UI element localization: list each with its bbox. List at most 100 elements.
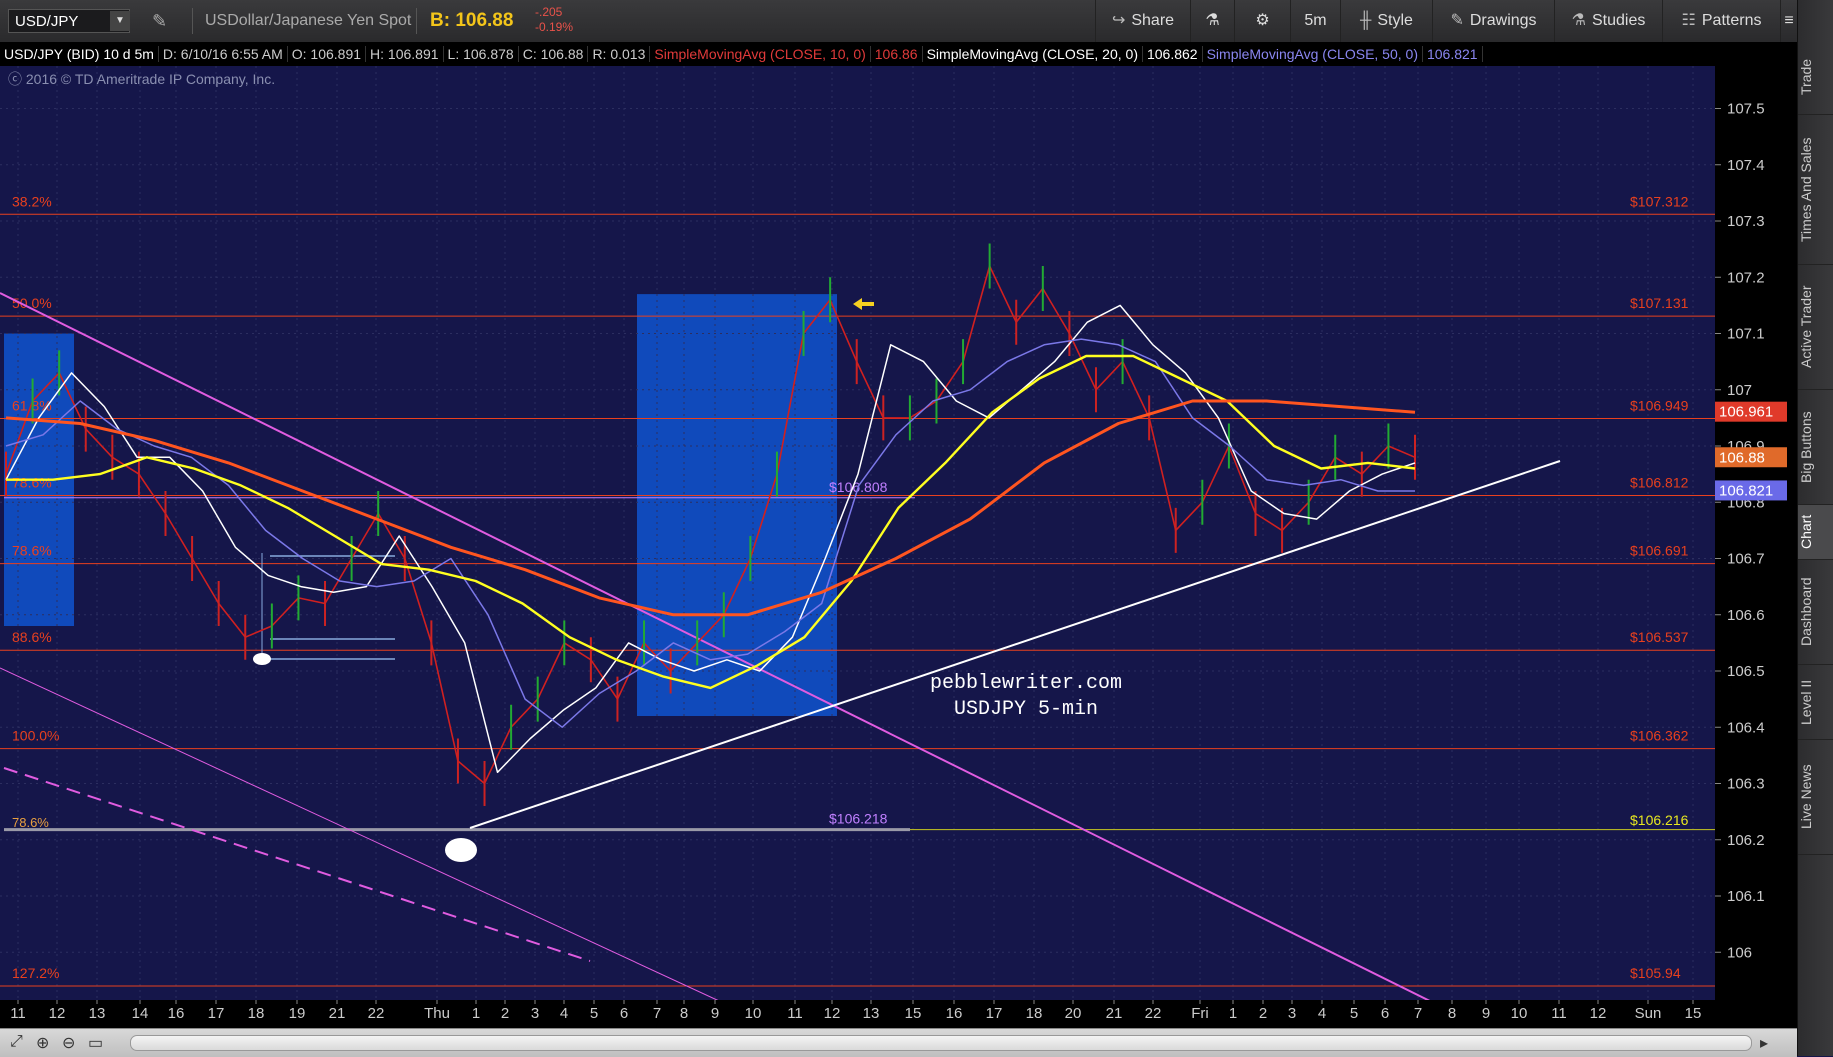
timeframe-button[interactable]: 5m [1290,0,1340,42]
x-tick-label: 13 [863,1005,880,1022]
sidebar-tab-times-and-sales[interactable]: Times And Sales [1798,115,1833,265]
x-tick-label: 11 [10,1005,26,1022]
fib-percent-label: 88.6% [12,629,52,645]
sidebar-tab-active-trader[interactable]: Active Trader [1798,265,1833,390]
symbol-description: USDollar/Japanese Yen Spot [192,8,417,34]
x-tick-label: Sun [1635,1005,1662,1022]
sma10-label: SimpleMovingAvg (CLOSE, 10, 0) [650,46,871,62]
drawings-button[interactable]: ✎ Drawings [1432,0,1554,42]
x-tick-label: 10 [1511,1005,1528,1022]
x-tick-label: 1 [1229,1005,1237,1022]
share-icon: ↪ [1111,12,1126,29]
fib-price-label: $106.949 [1630,397,1689,413]
timeframe-label: 5m [1304,12,1327,29]
pencil-icon: ✎ [1450,12,1464,29]
sidebar-tab-level-ii[interactable]: Level II [1798,665,1833,740]
fib-price-label: $107.131 [1630,295,1689,311]
x-tick-label: 22 [368,1005,385,1022]
studies-button[interactable]: ⚗ Studies [1554,0,1662,42]
x-tick-label: 8 [1448,1005,1456,1022]
price-change: -.205 -0.19% [535,5,573,35]
y-tick-label: 107.2 [1727,269,1765,286]
zoom-in-icon[interactable]: ⊕ [36,1033,49,1053]
sidebar-tab-chart[interactable]: Chart [1798,505,1833,560]
sidebar-tab-dashboard[interactable]: Dashboard [1798,560,1833,665]
sidebar-tab-big-buttons[interactable]: Big Buttons [1798,390,1833,505]
x-tick-label: 17 [208,1005,225,1022]
x-tick-label: 6 [620,1005,628,1022]
x-tick-label: 16 [946,1005,963,1022]
sidebar-tab-trade[interactable]: Trade [1798,40,1833,115]
right-sidebar: Trade Times And Sales Active Trader Big But… [1797,0,1833,1056]
flask-icon: ⚗ [1205,12,1220,29]
pencil-icon[interactable]: ✎ [152,11,167,32]
gear-icon: ⚙ [1255,12,1270,29]
patterns-button[interactable]: ☷ Patterns [1662,0,1780,42]
change-percent: -0.19% [535,20,574,34]
x-tick-label: 2 [501,1005,509,1022]
fib-percent-label: 78.6% [12,543,52,559]
style-button[interactable]: ╫ Style [1340,0,1432,42]
share-button[interactable]: ↪ Share [1095,0,1190,42]
zoom-fit-icon[interactable]: ⤢ [10,1033,23,1051]
x-tick-label: 1 [472,1005,480,1022]
x-tick-label: 21 [329,1005,346,1022]
menu-button[interactable]: ≡ [1780,0,1797,42]
x-tick-label: 14 [132,1005,149,1022]
fib-price-label: $107.312 [1630,193,1689,209]
fib-percent-label: 78.6% [12,475,52,491]
x-tick-label: 18 [1026,1005,1043,1022]
gear-button[interactable]: ⚙ [1234,0,1290,42]
chevron-down-icon[interactable]: ▼ [110,11,130,31]
y-axis-panel [1715,66,1797,1028]
range-info: R: 0.013 [588,46,651,62]
scroll-thumb[interactable] [130,1035,1752,1051]
fib-price-label: $105.94 [1630,965,1681,981]
x-tick-label: 11 [1551,1005,1567,1022]
y-tick-label: 106.3 [1727,776,1765,793]
y-tick-label: 106.7 [1727,551,1765,568]
date-info: D: 6/10/16 6:55 AM [158,46,288,62]
fib-price-label: $106.362 [1630,728,1689,744]
share-label: Share [1131,12,1175,29]
fib-price-label: $106.537 [1630,629,1689,645]
x-tick-label: 12 [49,1005,66,1022]
flask-button[interactable]: ⚗ [1190,0,1234,42]
x-tick-label: 15 [1685,1005,1702,1022]
x-tick-label: 12 [824,1005,841,1022]
box-zoom-icon[interactable]: ▭ [88,1033,103,1053]
fib-percent-label: 38.2% [12,193,52,209]
highlight-box [637,294,837,716]
chart-scrollbar[interactable]: ⤢ ⊕ ⊖ ▭ ▸ [0,1028,1797,1057]
chart-info-bar: USD/JPY (BID) 10 d 5m D: 6/10/16 6:55 AM O… [0,42,1797,66]
annotation-subtitle: USDJPY 5-min [954,698,1098,721]
x-tick-label: 11 [787,1005,803,1022]
x-tick-label: 4 [560,1005,568,1022]
drawings-label: Drawings [1469,12,1537,29]
x-tick-label: 17 [986,1005,1003,1022]
x-tick-label: 15 [905,1005,922,1022]
x-tick-label: 22 [1145,1005,1162,1022]
x-tick-label: 3 [531,1005,539,1022]
bid-price: B: 106.88 [430,10,514,31]
flask-icon: ⚗ [1571,12,1586,29]
x-tick-label: 18 [248,1005,265,1022]
y-tick-label: 107.3 [1727,213,1765,230]
price-tag-label: 106.961 [1719,404,1773,421]
overlay-price-label: $106.218 [829,811,888,827]
menu-icon: ≡ [1784,12,1794,29]
price-tag-label: 106.821 [1719,482,1773,499]
scroll-right-icon[interactable]: ▸ [1760,1033,1768,1053]
x-tick-label: 19 [289,1005,306,1022]
price-chart[interactable]: 38.2%$107.31250.0%$107.13161.8%$106.9497… [0,66,1797,1028]
y-tick-label: 106.4 [1727,719,1765,736]
sidebar-tab-live-news[interactable]: Live News [1798,740,1833,855]
fib-price-label: $106.691 [1630,543,1689,559]
x-tick-label: 10 [745,1005,762,1022]
zoom-out-icon[interactable]: ⊖ [62,1033,75,1053]
annotation-title: pebblewriter.com [930,672,1122,695]
patterns-label: Patterns [1701,12,1762,29]
sma20-value: 106.862 [1142,46,1203,62]
change-value: -.205 [535,5,563,19]
y-tick-label: 106.5 [1727,663,1765,680]
